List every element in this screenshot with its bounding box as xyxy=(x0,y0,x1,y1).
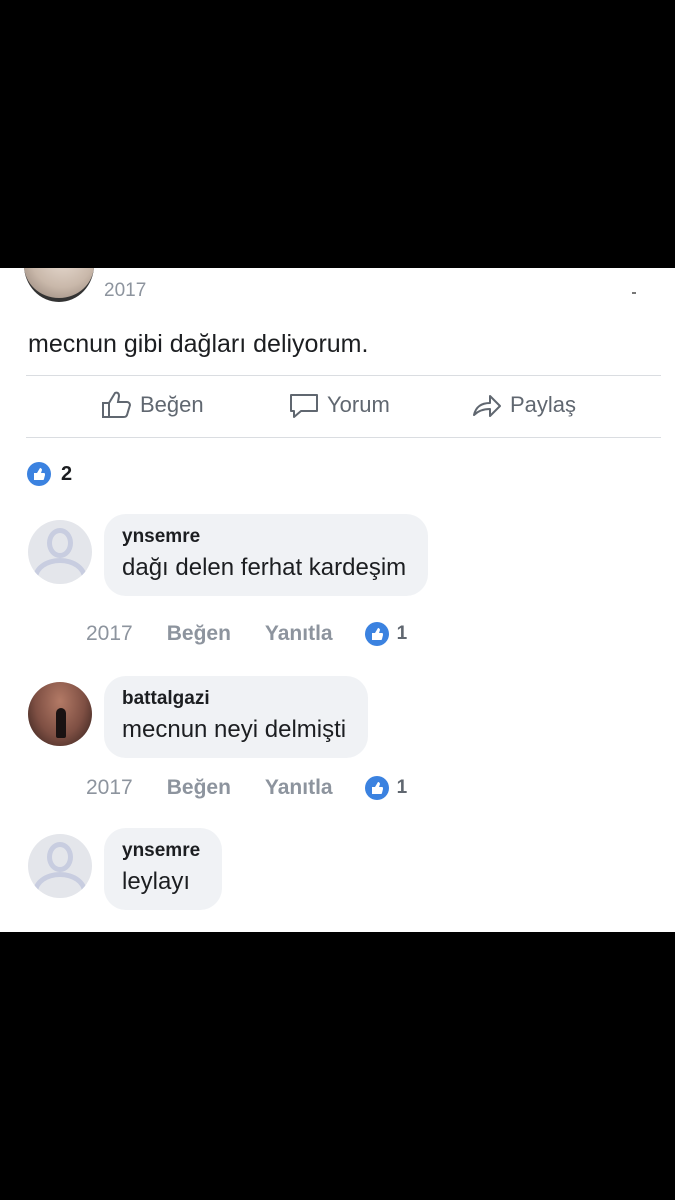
comment-bubble: ynsemre dağı delen ferhat kardeşim xyxy=(104,514,429,596)
default-user-icon xyxy=(47,842,73,872)
share-label: Paylaş xyxy=(510,392,577,417)
post-author-avatar[interactable] xyxy=(24,268,94,302)
comment-bubble: battalgazi mecnun neyi delmişti xyxy=(104,676,369,758)
comment-timestamp[interactable]: 2017 xyxy=(86,622,133,646)
share-arrow-icon xyxy=(473,395,501,417)
comment-label: Yorum xyxy=(327,392,390,417)
like-reaction-icon xyxy=(364,622,389,646)
comment-like-button[interactable]: Beğen xyxy=(167,622,231,646)
comment-reply-button[interactable]: Yanıtla xyxy=(265,622,333,646)
comment-reply-button[interactable]: Yanıtla xyxy=(265,776,333,800)
like-reaction-icon xyxy=(27,462,51,486)
like-reaction-icon xyxy=(364,776,389,800)
reaction-summary[interactable]: 2 xyxy=(27,462,72,486)
post-timestamp[interactable]: 2017 xyxy=(104,280,146,302)
comment-author[interactable]: ynsemre xyxy=(122,526,406,548)
avatar[interactable] xyxy=(28,520,92,584)
comment-button[interactable]: Yorum xyxy=(287,390,390,420)
avatar[interactable] xyxy=(28,682,92,746)
divider xyxy=(26,437,661,438)
facebook-post-screenshot: 2017 mecnun gibi dağları deliyorum. Beğe… xyxy=(0,268,675,932)
comment-timestamp[interactable]: 2017 xyxy=(86,776,133,800)
reaction-count: 2 xyxy=(61,462,73,485)
post-menu-dot xyxy=(632,292,636,294)
comment-meta: 2017 Beğen Yanıtla 1 xyxy=(86,622,407,646)
comment-author[interactable]: battalgazi xyxy=(122,688,346,710)
avatar[interactable] xyxy=(28,834,92,898)
share-button[interactable]: Paylaş xyxy=(470,390,576,420)
comment-like-count: 1 xyxy=(396,623,408,644)
comment-text: dağı delen ferhat kardeşim xyxy=(122,554,407,581)
post-actions-bar: Beğen Yorum Paylaş xyxy=(0,390,675,426)
default-user-icon xyxy=(47,528,73,558)
comment-like-button[interactable]: Beğen xyxy=(167,776,231,800)
like-label: Beğen xyxy=(140,392,204,417)
divider xyxy=(26,375,661,376)
comment-text: leylayı xyxy=(122,868,191,895)
comment-bubble: ynsemre leylayı xyxy=(104,828,223,910)
comment-text: mecnun neyi delmişti xyxy=(122,716,347,743)
comment-author[interactable]: ynsemre xyxy=(122,840,200,862)
like-button[interactable]: Beğen xyxy=(100,390,204,420)
post-text: mecnun gibi dağları deliyorum. xyxy=(28,330,369,358)
comment-icon xyxy=(290,394,318,418)
thumbs-up-icon xyxy=(102,391,132,418)
comment-like-count: 1 xyxy=(396,777,408,798)
comment-meta: 2017 Beğen Yanıtla 1 xyxy=(86,776,407,800)
